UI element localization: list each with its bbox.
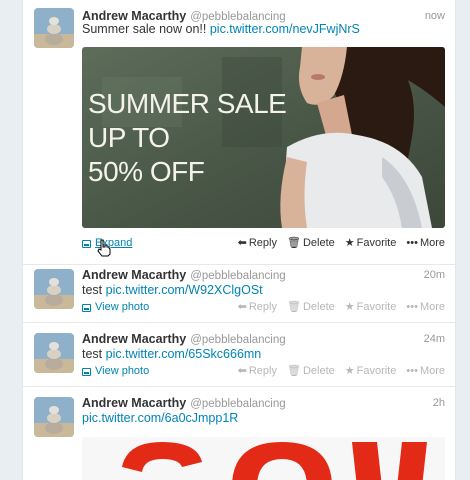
- tweet-header: Andrew Macarthy @pebblebalancing 2h: [82, 396, 445, 411]
- photo-icon: [82, 367, 91, 376]
- tweet-actions: ⬅ Reply 🗑 Delete ★ Favorite ••• More: [238, 365, 445, 378]
- tweet-actions: ⬅ Reply 🗑 Delete ★ Favorite ••• More: [238, 301, 445, 314]
- tweet-text: test pic.twitter.com/W92XClgOSt: [82, 283, 263, 298]
- delete-button[interactable]: 🗑 Delete: [287, 237, 335, 250]
- avatar[interactable]: [34, 269, 74, 309]
- timestamp[interactable]: 20m: [424, 268, 445, 282]
- timestamp[interactable]: now: [425, 9, 445, 23]
- reply-button[interactable]: ⬅ Reply: [238, 237, 277, 250]
- tweet-photo-partial[interactable]: [82, 437, 445, 480]
- view-photo-link[interactable]: View photo: [82, 365, 149, 378]
- photo-icon: [82, 303, 91, 312]
- tweet-link[interactable]: pic.twitter.com/nevJFwjNrS: [210, 22, 360, 36]
- delete-button[interactable]: 🗑 Delete: [287, 301, 335, 314]
- tweet-photo[interactable]: SUMMER SALE UP TO 50% OFF: [82, 47, 445, 228]
- favorite-button[interactable]: ★ Favorite: [345, 237, 397, 250]
- avatar-image: [34, 397, 74, 437]
- more-icon: •••: [406, 301, 418, 313]
- tweet-header: Andrew Macarthy @pebblebalancing 24m: [82, 332, 445, 347]
- reply-icon: ⬅: [237, 237, 247, 249]
- tweet-link[interactable]: pic.twitter.com/65Skc666mn: [106, 347, 262, 361]
- promo-line-1: SUMMER SALE: [88, 88, 287, 119]
- avatar-image: [34, 8, 74, 48]
- fullname[interactable]: Andrew Macarthy: [82, 268, 186, 282]
- promo-line-2: UP TO: [88, 122, 170, 153]
- hand-cursor-icon: [97, 239, 111, 257]
- reply-button[interactable]: ⬅ Reply: [238, 365, 277, 378]
- star-icon: ★: [344, 237, 355, 249]
- more-icon: •••: [406, 365, 418, 377]
- star-icon: ★: [344, 301, 355, 313]
- tweet-body: Summer sale now on!!: [82, 22, 207, 36]
- trash-icon: 🗑: [286, 237, 301, 249]
- avatar-image: [34, 333, 74, 373]
- favorite-button[interactable]: ★ Favorite: [345, 365, 397, 378]
- fullname[interactable]: Andrew Macarthy: [82, 9, 186, 23]
- tweet[interactable]: Andrew Macarthy @pebblebalancing 20m test…: [23, 264, 455, 323]
- timestamp[interactable]: 24m: [424, 332, 445, 346]
- tweet[interactable]: Andrew Macarthy @pebblebalancing 24m test…: [23, 322, 455, 387]
- reply-icon: ⬅: [237, 365, 247, 377]
- view-photo-link[interactable]: View photo: [82, 301, 149, 314]
- reply-icon: ⬅: [237, 301, 247, 313]
- fullname[interactable]: Andrew Macarthy: [82, 396, 186, 410]
- view-photo-label[interactable]: View photo: [95, 365, 149, 378]
- timestamp[interactable]: 2h: [433, 396, 445, 410]
- avatar[interactable]: [34, 333, 74, 373]
- delete-button[interactable]: 🗑 Delete: [287, 365, 335, 378]
- tweet-header: Andrew Macarthy @pebblebalancing 20m: [82, 268, 445, 283]
- promo-graphic: [82, 437, 445, 480]
- more-button[interactable]: ••• More: [406, 301, 445, 314]
- tweet-text: test pic.twitter.com/65Skc666mn: [82, 347, 261, 362]
- reply-button[interactable]: ⬅ Reply: [238, 301, 277, 314]
- favorite-button[interactable]: ★ Favorite: [345, 301, 397, 314]
- more-button[interactable]: ••• More: [406, 365, 445, 378]
- tweet-link[interactable]: pic.twitter.com/6a0cJmpp1R: [82, 411, 238, 425]
- trash-icon: 🗑: [286, 365, 301, 377]
- tweet-stream: Andrew Macarthy @pebblebalancing now Summ…: [22, 0, 456, 480]
- photo-icon: [82, 239, 91, 248]
- username[interactable]: @pebblebalancing: [190, 334, 285, 346]
- fullname[interactable]: Andrew Macarthy: [82, 332, 186, 346]
- star-icon: ★: [344, 365, 355, 377]
- tweet-actions: ⬅ Reply 🗑 Delete ★ Favorite ••• More: [238, 237, 445, 250]
- avatar[interactable]: [34, 397, 74, 437]
- username[interactable]: @pebblebalancing: [190, 270, 285, 282]
- more-icon: •••: [406, 237, 418, 249]
- tweet-link[interactable]: pic.twitter.com/W92XClgOSt: [106, 283, 263, 297]
- avatar[interactable]: [34, 8, 74, 48]
- promo-line-3: 50% OFF: [88, 156, 205, 187]
- tweet-body: test: [82, 347, 103, 361]
- username[interactable]: @pebblebalancing: [190, 398, 285, 410]
- tweet-text: pic.twitter.com/6a0cJmpp1R: [82, 411, 238, 426]
- tweet-body: test: [82, 283, 103, 297]
- view-photo-label[interactable]: View photo: [95, 301, 149, 314]
- trash-icon: 🗑: [286, 301, 301, 313]
- more-button[interactable]: ••• More: [406, 237, 445, 250]
- avatar-image: [34, 269, 74, 309]
- tweet[interactable]: Andrew Macarthy @pebblebalancing now Summ…: [23, 0, 455, 265]
- tweet-text: Summer sale now on!! pic.twitter.com/nev…: [82, 22, 360, 37]
